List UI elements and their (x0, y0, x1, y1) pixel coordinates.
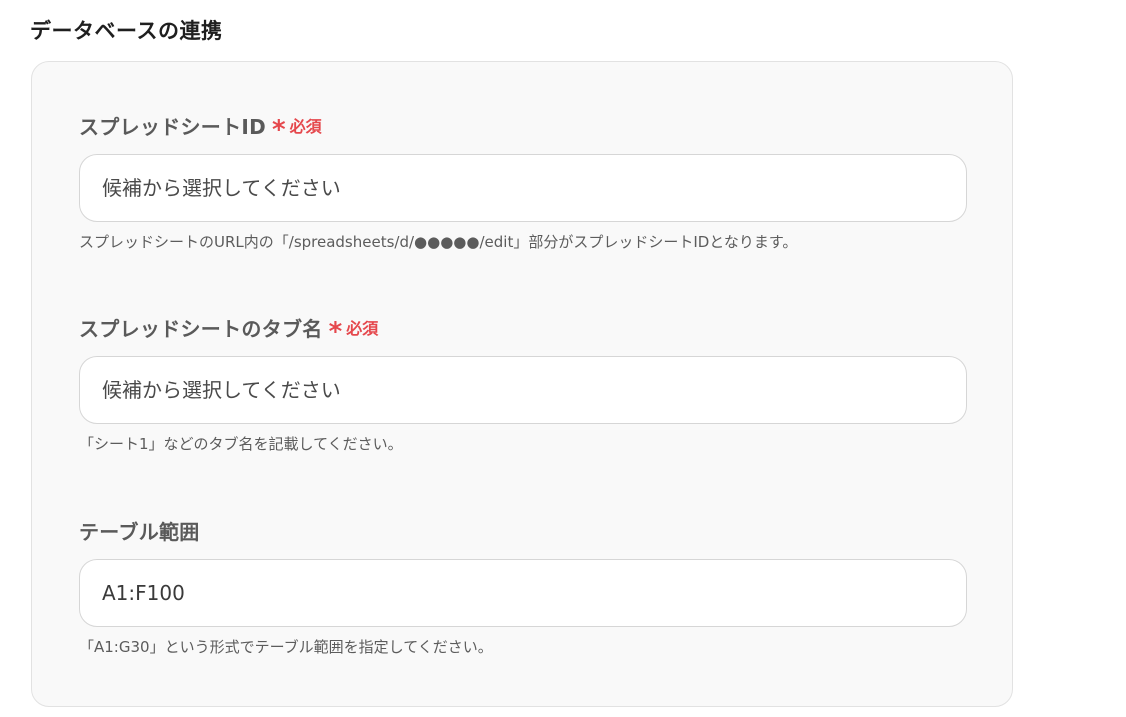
spreadsheet-id-field: スプレッドシートID * 必須 スプレッドシートのURL内の「/spreadsh… (79, 110, 967, 252)
field-label-row: スプレッドシートのタブ名 * 必須 (79, 312, 967, 347)
spreadsheet-id-label: スプレッドシートID (79, 114, 267, 139)
sheet-tab-name-hint: 「シート1」などのタブ名を記載してください。 (79, 435, 403, 453)
sheet-tab-name-label: スプレッドシートのタブ名 (79, 316, 323, 341)
database-link-panel: スプレッドシートID * 必須 スプレッドシートのURL内の「/spreadsh… (31, 61, 1013, 707)
spreadsheet-id-hint: スプレッドシートのURL内の「/spreadsheets/d/●●●●●/edi… (79, 233, 798, 251)
field-label-row: スプレッドシートID * 必須 (79, 110, 967, 145)
required-badge: 必須 (346, 319, 379, 338)
sheet-tab-name-field: スプレッドシートのタブ名 * 必須 「シート1」などのタブ名を記載してください。 (79, 312, 967, 454)
field-label-row: テーブル範囲 (79, 515, 967, 545)
required-asterisk-icon: * (272, 115, 286, 145)
table-range-field: テーブル範囲 「A1:G30」という形式でテーブル範囲を指定してください。 (79, 515, 967, 657)
required-asterisk-icon: * (328, 317, 343, 347)
table-range-input[interactable] (79, 559, 967, 627)
table-range-hint: 「A1:G30」という形式でテーブル範囲を指定してください。 (79, 638, 493, 656)
spreadsheet-id-input[interactable] (79, 154, 967, 222)
sheet-tab-name-input[interactable] (79, 356, 967, 424)
table-range-label: テーブル範囲 (79, 519, 200, 544)
required-badge: 必須 (289, 117, 322, 136)
section-title: データベースの連携 (30, 19, 223, 43)
